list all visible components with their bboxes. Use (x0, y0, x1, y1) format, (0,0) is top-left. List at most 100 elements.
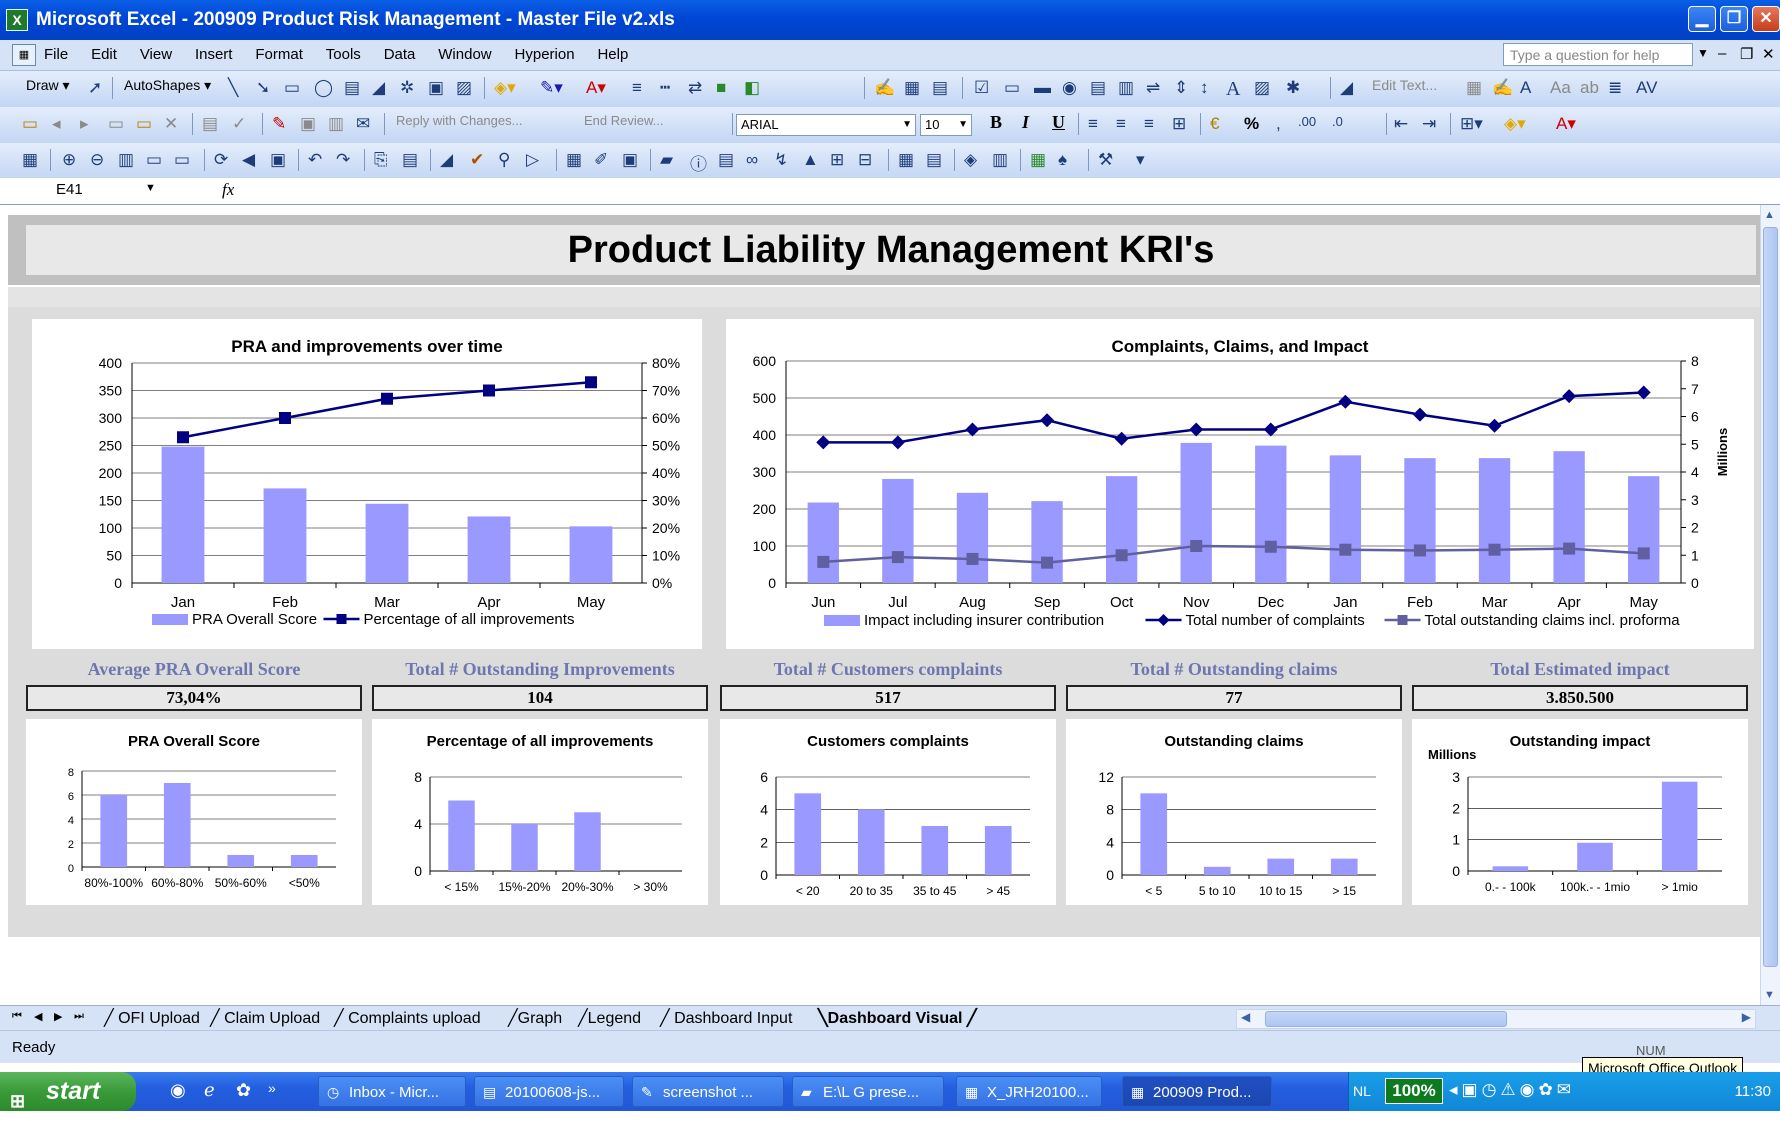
borders-icon[interactable]: ⊞▾ (1460, 114, 1483, 134)
kpi-value-pra[interactable]: 73,04% (26, 685, 362, 711)
prev-sheet-icon[interactable]: ◀ (34, 1010, 42, 1023)
format-painter-icon[interactable]: ◢ (440, 150, 453, 170)
image-control-icon[interactable]: ▨ (1254, 78, 1270, 98)
menu-help[interactable]: Help (597, 46, 628, 63)
workbook-icon[interactable]: ▦ (12, 44, 36, 66)
properties-icon[interactable]: ▦ (904, 78, 920, 98)
dash-style-icon[interactable]: ┅ (660, 78, 670, 98)
scroll-down-icon[interactable]: ▼ (1764, 989, 1775, 1001)
number-icon[interactable]: ▣ (622, 150, 638, 170)
start-button[interactable]: ⊞ start (0, 1072, 136, 1111)
menu-hyperion[interactable]: Hyperion (515, 46, 575, 63)
next-sheet-icon[interactable]: ▶ (54, 1010, 62, 1023)
close-button[interactable]: ✕ (1752, 6, 1780, 32)
macro-icon[interactable]: ▷ (526, 150, 539, 170)
merge-center-icon[interactable]: ⊞ (1172, 114, 1186, 134)
tools-icon[interactable]: ⚒ (1098, 150, 1113, 170)
open-icon[interactable]: ▦ (22, 150, 38, 170)
folder-icon[interactable]: ▰ (660, 150, 673, 170)
scroll-up-icon[interactable]: ▲ (1764, 209, 1775, 221)
quicklaunch-ie-icon[interactable]: ℯ (204, 1080, 215, 1101)
quicklaunch-desktop-icon[interactable]: ◉ (170, 1080, 186, 1101)
menu-tools[interactable]: Tools (326, 46, 361, 63)
end-review-button[interactable]: End Review... (584, 113, 664, 128)
menu-format[interactable]: Format (255, 46, 303, 63)
font-size-select[interactable]: 10 ▼ (920, 114, 972, 136)
send-mail-icon[interactable]: ✉ (356, 114, 370, 134)
first-sheet-icon[interactable]: ⏮ (12, 1010, 22, 1023)
horizontal-scrollbar[interactable]: ◀ ▶ (1236, 1009, 1756, 1029)
decrease-indent-icon[interactable]: ⇤ (1394, 114, 1408, 134)
arrow-tool-icon[interactable]: ➘ (256, 78, 270, 98)
line-color-icon[interactable]: ✎▾ (540, 78, 563, 98)
insert-function-icon[interactable]: fx (222, 180, 234, 200)
more-controls-icon[interactable]: ✱ (1286, 78, 1300, 98)
menu-view[interactable]: View (140, 46, 172, 63)
sheet-tab-ofi-upload[interactable]: ╱ OFI Upload (104, 1008, 200, 1028)
align-right-icon[interactable]: ≡ (1144, 114, 1154, 134)
menu-file[interactable]: File (44, 46, 68, 63)
help-dropdown-icon[interactable]: ▼ (1697, 46, 1709, 60)
lock-icon[interactable]: ▲ (802, 150, 819, 170)
label-control-icon[interactable]: A (1226, 78, 1240, 101)
vertical-scroll-thumb[interactable] (1763, 227, 1778, 967)
zoom-in-icon[interactable]: ⊕ (62, 150, 76, 170)
quicklaunch-media-icon[interactable]: ✿ (236, 1080, 251, 1101)
undo-icon[interactable]: ↶ (308, 150, 322, 170)
chart-edit-icon[interactable]: ✍ (874, 78, 895, 98)
task-excel-jrh[interactable]: ▦ X_JRH20100... (956, 1076, 1102, 1107)
wordart-spacing-icon[interactable]: AV (1636, 78, 1657, 98)
name-box[interactable]: E41 (10, 181, 150, 201)
shadow-icon[interactable]: ■ (716, 78, 726, 98)
restore-button[interactable]: ❐ (1720, 6, 1748, 32)
spinner-control-icon[interactable]: ⇕ (1174, 78, 1188, 98)
excel-app-icon[interactable]: X (6, 9, 28, 31)
task-inbox[interactable]: ◷ Inbox - Micr... (318, 1076, 466, 1107)
horizontal-scroll-thumb[interactable] (1265, 1011, 1507, 1027)
help-search-input[interactable]: Type a question for help (1503, 43, 1693, 66)
edit-form-icon[interactable]: ✐ (594, 150, 608, 170)
italic-button[interactable]: I (1022, 112, 1029, 133)
quicklaunch-more-icon[interactable]: » (268, 1080, 276, 1096)
currency-icon[interactable]: € (1210, 114, 1219, 134)
sheet-tab-graph[interactable]: ╱Graph (508, 1008, 562, 1028)
vertical-scrollbar[interactable]: ▲ ▼ (1760, 205, 1780, 1005)
wordart-vertical-icon[interactable]: ab (1580, 78, 1599, 98)
next-comment-icon[interactable]: ▸ (80, 114, 89, 134)
connect-icon[interactable]: ↯ (774, 150, 788, 170)
bold-button[interactable]: B (990, 112, 1002, 133)
oval-tool-icon[interactable]: ◯ (314, 78, 333, 98)
worksheet-area[interactable]: Product Liability Management KRI's PRA a… (0, 205, 1760, 1005)
picture-icon[interactable]: ▨ (456, 78, 472, 98)
font-color-cell-icon[interactable]: A▾ (1556, 114, 1576, 134)
combobox-control-icon[interactable]: ▥ (1118, 78, 1134, 98)
web-icon[interactable]: ▣ (270, 150, 286, 170)
toggle-control-icon[interactable]: ⇌ (1146, 78, 1160, 98)
sheet-tab-dashboard-visual[interactable]: ╲Dashboard Visual ╱ (818, 1008, 977, 1028)
redo-icon[interactable]: ↷ (336, 150, 350, 170)
diagram-icon[interactable]: ✲ (400, 78, 414, 98)
toolbar-options-icon[interactable]: ▾ (1136, 150, 1145, 170)
fill-color-icon[interactable]: ◈▾ (494, 78, 516, 98)
copy-icon[interactable]: ⎘ (374, 150, 388, 170)
frame-icon[interactable]: ▭ (174, 150, 190, 170)
organize-icon[interactable]: ▥ (118, 150, 134, 170)
sheet-tab-dashboard-input[interactable]: ╱ Dashboard Input (660, 1008, 792, 1028)
pra-chart-panel[interactable]: PRA and improvements over time 0 50 100 150… (32, 319, 702, 649)
protect-sheet-icon[interactable]: ▣ (300, 114, 316, 134)
paste-icon[interactable]: ▤ (402, 150, 418, 170)
name-box-dropdown-icon[interactable]: ▼ (145, 182, 156, 194)
language-indicator[interactable]: NL (1353, 1083, 1371, 1099)
arrow-style-icon[interactable]: ⇄ (688, 78, 702, 98)
ink-annotation-icon[interactable]: ✎ (272, 114, 286, 134)
delete-comment-icon[interactable]: ✕ (164, 114, 178, 134)
form-icon[interactable]: ▦ (566, 150, 582, 170)
slide-icon[interactable]: ▭ (146, 150, 162, 170)
menu-data[interactable]: Data (384, 46, 416, 63)
minimize-button[interactable]: ▁ (1688, 6, 1716, 32)
pra-distribution-panel[interactable]: PRA Overall Score 0 2 4 6 8 80%-100% 60%-80% 50… (26, 719, 362, 905)
track-changes-icon[interactable]: ▤ (202, 114, 218, 134)
scrollbar-control-icon[interactable]: ↕ (1200, 78, 1209, 98)
draw-menu-button[interactable]: Draw ▾ (26, 77, 70, 94)
textbox-tool-icon[interactable]: ▤ (344, 78, 360, 98)
